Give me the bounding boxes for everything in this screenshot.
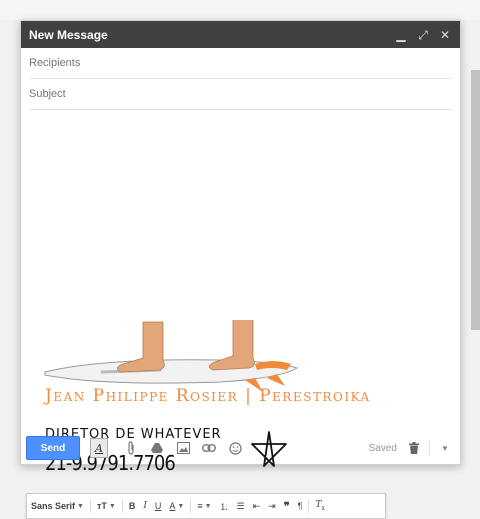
signature-name: Jean Philippe Rosier | Perestroika — [45, 386, 371, 406]
font-size-button[interactable]: тT ▼ — [93, 495, 120, 517]
formatting-options-toggle[interactable]: A — [90, 438, 108, 458]
divider — [308, 499, 310, 513]
compose-titlebar[interactable]: New Message ▁ ⤢ ✕ — [21, 21, 460, 48]
send-button[interactable]: Send — [26, 436, 80, 460]
message-body[interactable]: Jean Philippe Rosier | Perestroika Diret… — [21, 110, 460, 519]
divider — [89, 499, 91, 513]
emoji-icon[interactable] — [226, 439, 244, 457]
divider — [190, 499, 192, 513]
insert-photo-icon[interactable] — [174, 439, 192, 457]
recipients-row — [29, 48, 452, 79]
quote-button[interactable]: ❞ — [280, 495, 294, 517]
chevron-down-icon: ▼ — [204, 502, 212, 510]
close-icon[interactable]: ✕ — [438, 28, 452, 42]
indent-less-button[interactable]: ⇤ — [249, 495, 265, 517]
paperclip-icon[interactable] — [122, 439, 140, 457]
subject-row — [29, 79, 452, 110]
indent-more-button[interactable]: ⇥ — [264, 495, 280, 517]
expand-icon[interactable]: ⤢ — [416, 28, 430, 42]
recipients-input[interactable] — [29, 57, 452, 69]
chevron-down-icon: ▼ — [108, 502, 116, 510]
align-button[interactable]: ≡ ▼ — [193, 495, 215, 517]
divider — [121, 499, 123, 513]
bulleted-list-button[interactable]: ☰ — [233, 495, 249, 517]
align-left-icon: ≡ — [197, 501, 203, 511]
font-family-select[interactable]: Sans Serif ▼ — [27, 495, 88, 517]
indent-less-icon: ⇤ — [252, 500, 261, 511]
background-strip — [0, 0, 480, 20]
text-direction-button[interactable]: ¶ — [294, 495, 307, 517]
numbered-list-icon: ⒈ — [219, 501, 229, 512]
chevron-down-icon: ▼ — [177, 502, 185, 510]
underline-button[interactable]: U — [151, 495, 166, 517]
indent-more-icon: ⇥ — [268, 500, 276, 511]
text-color-icon: A — [169, 501, 176, 511]
italic-button[interactable]: I — [139, 495, 151, 517]
compose-title: New Message — [29, 27, 108, 42]
saved-status: Saved — [368, 442, 397, 454]
remove-formatting-button[interactable]: Tx — [311, 495, 328, 517]
chevron-down-icon: ▼ — [77, 502, 84, 510]
subject-input[interactable] — [29, 88, 452, 100]
text-color-button[interactable]: A ▼ — [165, 495, 188, 517]
divider — [429, 441, 430, 455]
page-scrollbar-thumb[interactable] — [471, 70, 480, 330]
compose-window: New Message ▁ ⤢ ✕ Jean Philippe Rosier |… — [20, 20, 461, 519]
pilcrow-icon: ¶ — [297, 501, 303, 511]
bulleted-list-icon: ☰ — [236, 500, 245, 511]
font-family-label: Sans Serif — [31, 501, 76, 511]
compose-bottom-bar: Send A Saved ▼ — [21, 432, 460, 464]
font-size-icon: тT — [96, 501, 107, 511]
numbered-list-button[interactable]: ⒈ — [216, 495, 233, 517]
drive-icon[interactable] — [148, 439, 166, 457]
clear-format-icon: Tx — [315, 500, 325, 512]
link-icon[interactable] — [200, 439, 218, 457]
minimize-icon[interactable]: ▁ — [394, 28, 408, 42]
more-options-icon[interactable]: ▼ — [436, 439, 454, 457]
trash-icon[interactable] — [405, 439, 423, 457]
bold-button[interactable]: B — [125, 495, 140, 517]
quote-icon: ❞ — [283, 500, 290, 513]
formatting-toolbar: Sans Serif ▼ тT ▼ B I U A ▼ ≡ ▼ ⒈ ☰ ⇤ ⇥ … — [26, 493, 386, 519]
